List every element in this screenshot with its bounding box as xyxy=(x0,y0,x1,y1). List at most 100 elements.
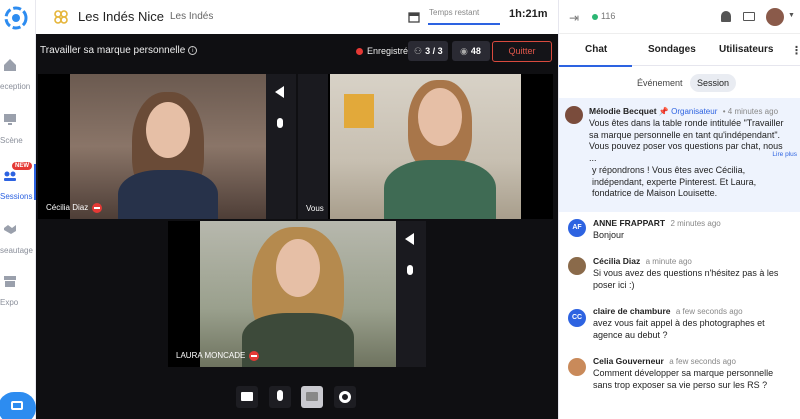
eye-icon: ◉ xyxy=(460,46,468,56)
avatar: AF xyxy=(568,219,586,237)
mail-icon[interactable] xyxy=(743,12,755,21)
video-tile-laura[interactable]: LAURA MONCADE xyxy=(168,221,426,367)
panel-tabs: Chat Sondages Utilisateurs ⋮ xyxy=(559,34,800,67)
time-remaining-label: Temps restant xyxy=(429,8,480,17)
gear-icon xyxy=(339,391,351,403)
message-time-text: 4 minutes ago xyxy=(727,107,779,116)
tab-chat[interactable]: Chat xyxy=(585,44,607,55)
avatar: CC xyxy=(568,309,586,327)
nav-item-expo[interactable]: Expo xyxy=(0,274,36,314)
event-name[interactable]: Les Indés Nice xyxy=(78,9,164,24)
microphone-icon xyxy=(277,390,283,401)
speaker-icon[interactable] xyxy=(405,233,414,245)
message-text-continuation: y répondrons ! Vous êtes avec Cécilia, i… xyxy=(592,165,757,198)
screen-icon xyxy=(4,114,16,125)
avatar xyxy=(565,106,583,124)
message-time: a minute ago xyxy=(645,257,692,266)
message-time: a few seconds ago xyxy=(675,307,743,316)
message-author: Cécilia Diaz xyxy=(593,256,641,266)
pin-icon: 📌 xyxy=(658,107,672,116)
participant-name: Vous xyxy=(306,204,324,213)
nav-item-sessions[interactable]: NEW Sessions xyxy=(0,162,36,208)
nav-item-scene[interactable]: Scène xyxy=(0,112,36,152)
message-text: Si vous avez des questions n'hésitez pas… xyxy=(593,268,779,290)
support-chat-button[interactable] xyxy=(0,392,36,419)
org-logo-icon xyxy=(54,10,68,24)
viewers-count: ◉ 48 xyxy=(452,41,490,61)
app-logo-icon[interactable] xyxy=(4,6,28,30)
camera-button[interactable] xyxy=(236,386,258,408)
avatar xyxy=(568,358,586,376)
tile-controls xyxy=(396,221,426,367)
tab-polls[interactable]: Sondages xyxy=(648,44,696,55)
message-author: Mélodie Becquet xyxy=(589,106,657,116)
nav-item-networking[interactable]: seautage xyxy=(0,222,36,262)
message-header: Cécilia Diaz a minute ago xyxy=(593,256,692,266)
session-title-text: Travailler sa marque personnelle xyxy=(40,45,186,56)
camera-icon xyxy=(241,392,253,401)
message-header: Celia Gouverneur a few seconds ago xyxy=(593,356,736,366)
settings-button[interactable] xyxy=(334,386,356,408)
read-more-link[interactable]: Lire plus xyxy=(772,151,797,158)
microphone-icon[interactable] xyxy=(407,265,413,275)
chevron-down-icon[interactable]: ▼ xyxy=(788,12,795,19)
video-tile-cecilia[interactable]: Cécilia Diaz xyxy=(38,74,296,219)
message-time: • 4 minutes ago xyxy=(722,107,779,116)
nav-label: eception xyxy=(0,82,31,91)
subtab-session[interactable]: Session xyxy=(690,74,737,92)
speaker-icon[interactable] xyxy=(275,86,284,98)
home-icon xyxy=(4,59,16,71)
chat-scope-tabs: Événement Session xyxy=(559,66,800,96)
message-author: claire de chambure xyxy=(593,306,671,316)
message-time: a few seconds ago xyxy=(669,357,736,366)
side-panel: ⇥ 116 ▼ Chat Sondages Utilisateurs ⋮ Évé… xyxy=(558,0,800,419)
participant-name: LAURA MONCADE xyxy=(176,351,260,361)
tab-users[interactable]: Utilisateurs xyxy=(719,44,773,55)
message-text: Vous êtes dans la table ronde intitulée … xyxy=(589,118,784,163)
participant-name-text: Cécilia Diaz xyxy=(46,203,89,213)
participants-count: ⚇ 3 / 3 xyxy=(408,41,448,61)
quit-button[interactable]: Quitter xyxy=(492,41,552,62)
screen-share-button[interactable] xyxy=(301,386,323,408)
viewers-value: 48 xyxy=(470,46,481,56)
nav-label: seautage xyxy=(0,246,33,255)
new-badge: NEW xyxy=(12,162,32,170)
online-dot-icon xyxy=(592,14,598,20)
chat-messages: Mélodie Becquet 📌 Organisateur • 4 minut… xyxy=(559,96,800,419)
microphone-button[interactable] xyxy=(269,386,291,408)
tile-left-border xyxy=(298,74,328,219)
message-author: Celia Gouverneur xyxy=(593,356,664,366)
message-text: Comment développer sa marque personnelle… xyxy=(593,368,774,390)
time-remaining-value: 1h:21m xyxy=(509,8,548,20)
subtab-event[interactable]: Événement xyxy=(630,74,690,92)
online-count: 116 xyxy=(601,11,616,21)
user-avatar[interactable] xyxy=(766,8,784,26)
top-bar: Les Indés Nice Les Indés Temps restant 1… xyxy=(36,0,558,34)
nav-label: Expo xyxy=(0,298,19,307)
handshake-icon xyxy=(4,225,16,234)
session-icon xyxy=(4,171,16,181)
nav-item-reception[interactable]: eception xyxy=(0,58,36,98)
video-tile-self[interactable]: Vous xyxy=(298,74,553,219)
info-icon[interactable]: i xyxy=(188,45,198,55)
tile-controls xyxy=(266,74,296,219)
microphone-icon[interactable] xyxy=(277,118,283,128)
record-dot-icon xyxy=(356,48,363,56)
chat-icon xyxy=(11,401,23,410)
organizer-tag: Organisateur xyxy=(671,107,718,116)
time-remaining-bar xyxy=(428,23,500,25)
video-feed xyxy=(70,74,266,219)
message-header: ANNE FRAPPART 2 minutes ago xyxy=(593,218,721,228)
participants-value: 3 / 3 xyxy=(425,46,443,56)
message-text: avez vous fait appel à des photographes … xyxy=(593,318,765,340)
message-time: 2 minutes ago xyxy=(670,219,721,228)
recording-indicator: Enregistré xyxy=(356,46,408,56)
bell-icon[interactable] xyxy=(721,11,731,22)
screen-share-off-icon xyxy=(306,392,318,401)
muted-icon xyxy=(249,351,260,361)
video-feed xyxy=(330,74,521,219)
organizer-name: Les Indés xyxy=(170,11,214,22)
message-header: Mélodie Becquet 📌 Organisateur • 4 minut… xyxy=(589,106,778,116)
more-options-icon[interactable]: ⋮ xyxy=(791,44,800,57)
collapse-panel-icon[interactable]: ⇥ xyxy=(569,11,579,25)
